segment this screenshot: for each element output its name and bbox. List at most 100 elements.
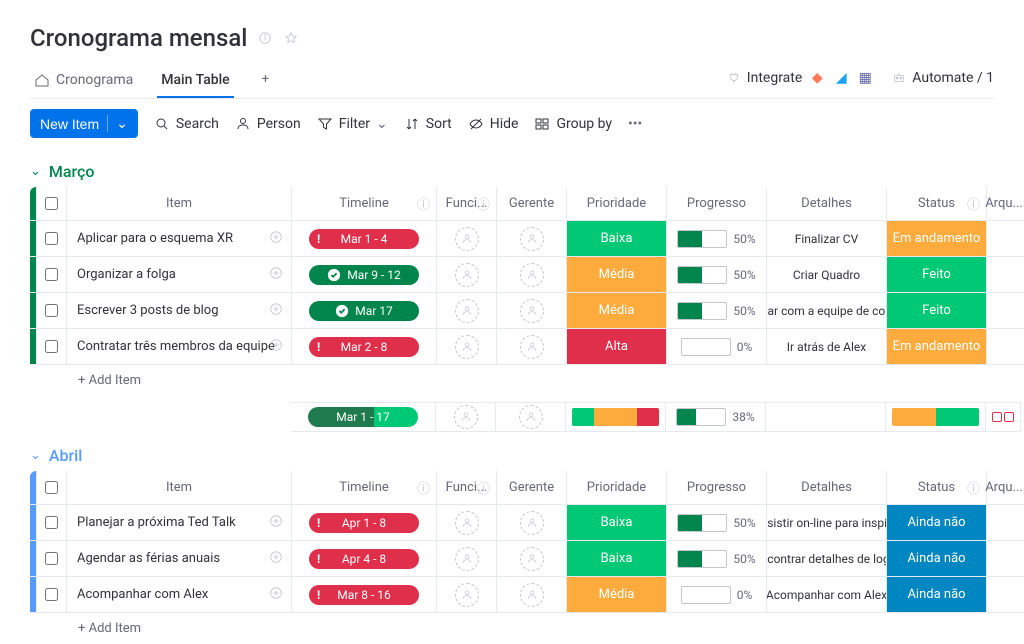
progresso-cell[interactable]: 0%	[666, 577, 766, 612]
timeline-cell[interactable]: !Mar 1 - 4	[291, 221, 436, 256]
timeline-cell[interactable]: !Apr 1 - 8	[291, 505, 436, 540]
add-item-button[interactable]: + Add Item	[30, 613, 1024, 644]
arquivo-cell[interactable]	[986, 221, 1021, 256]
status-cell[interactable]: Feito	[886, 257, 986, 292]
info-icon[interactable]: ⓘ	[417, 194, 430, 213]
gerente-cell[interactable]	[496, 505, 566, 540]
tab-cronograma[interactable]: Cronograma	[30, 64, 137, 98]
person-filter[interactable]: Person	[235, 116, 301, 132]
gerente-cell[interactable]	[496, 541, 566, 576]
detalhes-cell[interactable]: Finalizar CV	[766, 221, 886, 256]
funcionario-cell[interactable]	[436, 505, 496, 540]
progresso-cell[interactable]: 50%	[666, 505, 766, 540]
arquivo-cell[interactable]	[986, 505, 1021, 540]
item-cell[interactable]: Planejar a próxima Ted Talk	[66, 505, 291, 540]
expand-icon[interactable]	[269, 586, 283, 604]
expand-icon[interactable]	[269, 230, 283, 248]
funcionario-cell[interactable]	[436, 329, 496, 364]
progresso-cell[interactable]: 50%	[666, 541, 766, 576]
item-cell[interactable]: Contratar três membros da equipe	[66, 329, 291, 364]
status-cell[interactable]: Ainda não	[886, 505, 986, 540]
tab-add[interactable]: +	[254, 64, 277, 98]
item-cell[interactable]: Aplicar para o esquema XR	[66, 221, 291, 256]
table-row[interactable]: Escrever 3 posts de blog Mar 17 Média 50…	[30, 293, 1024, 329]
expand-icon[interactable]	[269, 338, 283, 356]
detalhes-cell[interactable]: Assistir on-line para inspir...	[766, 505, 886, 540]
row-checkbox[interactable]	[45, 268, 58, 281]
arquivo-cell[interactable]	[986, 257, 1021, 292]
status-cell[interactable]: Em andamento	[886, 329, 986, 364]
detalhes-cell[interactable]: Criar Quadro	[766, 257, 886, 292]
funcionario-cell[interactable]	[436, 257, 496, 292]
row-checkbox[interactable]	[45, 552, 58, 565]
gerente-cell[interactable]	[496, 221, 566, 256]
detalhes-cell[interactable]: Encontrar detalhes de login	[766, 541, 886, 576]
detalhes-cell[interactable]: Acompanhar com Alex	[766, 577, 886, 612]
detalhes-cell[interactable]: Falar com a equipe de con...	[766, 293, 886, 328]
filter-button[interactable]: Filter⌄	[317, 116, 388, 132]
gerente-cell[interactable]	[496, 257, 566, 292]
info-icon[interactable]: ⓘ	[477, 194, 490, 213]
arquivo-cell[interactable]	[986, 293, 1021, 328]
status-cell[interactable]: Feito	[886, 293, 986, 328]
row-checkbox[interactable]	[45, 340, 58, 353]
sort-button[interactable]: Sort	[404, 116, 452, 132]
tab-main-table[interactable]: Main Table	[157, 64, 233, 98]
progresso-cell[interactable]: 0%	[666, 329, 766, 364]
gerente-cell[interactable]	[496, 293, 566, 328]
item-cell[interactable]: Escrever 3 posts de blog	[66, 293, 291, 328]
table-row[interactable]: Organizar a folga Mar 9 - 12 Média 50% C…	[30, 257, 1024, 293]
table-row[interactable]: Planejar a próxima Ted Talk !Apr 1 - 8 B…	[30, 505, 1024, 541]
prioridade-cell[interactable]: Média	[566, 293, 666, 328]
row-checkbox[interactable]	[45, 232, 58, 245]
progresso-cell[interactable]: 50%	[666, 257, 766, 292]
automate-button[interactable]: Automate / 1	[892, 70, 994, 86]
arquivo-cell[interactable]	[986, 329, 1021, 364]
funcionario-cell[interactable]	[436, 221, 496, 256]
status-cell[interactable]: Ainda não	[886, 577, 986, 612]
row-checkbox[interactable]	[45, 304, 58, 317]
add-item-button[interactable]: + Add Item	[30, 365, 1024, 396]
info-icon[interactable]: ⓘ	[417, 478, 430, 497]
integrate-button[interactable]: Integrate ◆ ◢ ▦	[727, 69, 875, 87]
info-icon[interactable]	[257, 30, 273, 46]
star-icon[interactable]	[283, 30, 299, 46]
item-cell[interactable]: Organizar a folga	[66, 257, 291, 292]
timeline-cell[interactable]: !Apr 4 - 8	[291, 541, 436, 576]
search-button[interactable]: Search	[154, 116, 219, 132]
new-item-button[interactable]: New Item ⌄	[30, 109, 138, 138]
chevron-down-icon[interactable]: ⌄	[30, 164, 41, 179]
row-checkbox[interactable]	[45, 588, 58, 601]
prioridade-cell[interactable]: Média	[566, 577, 666, 612]
detalhes-cell[interactable]: Ir atrás de Alex	[766, 329, 886, 364]
funcionario-cell[interactable]	[436, 577, 496, 612]
expand-icon[interactable]	[269, 302, 283, 320]
row-checkbox[interactable]	[45, 516, 58, 529]
item-cell[interactable]: Agendar as férias anuais	[66, 541, 291, 576]
select-all-checkbox[interactable]	[45, 481, 58, 494]
groupby-button[interactable]: Group by	[534, 116, 612, 132]
expand-icon[interactable]	[269, 514, 283, 532]
info-icon[interactable]: ⓘ	[477, 478, 490, 497]
gerente-cell[interactable]	[496, 329, 566, 364]
timeline-cell[interactable]: Mar 17	[291, 293, 436, 328]
timeline-cell[interactable]: !Mar 8 - 16	[291, 577, 436, 612]
prioridade-cell[interactable]: Alta	[566, 329, 666, 364]
table-row[interactable]: Acompanhar com Alex !Mar 8 - 16 Média 0%…	[30, 577, 1024, 613]
table-row[interactable]: Agendar as férias anuais !Apr 4 - 8 Baix…	[30, 541, 1024, 577]
funcionario-cell[interactable]	[436, 293, 496, 328]
progresso-cell[interactable]: 50%	[666, 221, 766, 256]
chevron-down-icon[interactable]: ⌄	[107, 115, 128, 132]
prioridade-cell[interactable]: Baixa	[566, 505, 666, 540]
prioridade-cell[interactable]: Baixa	[566, 221, 666, 256]
prioridade-cell[interactable]: Média	[566, 257, 666, 292]
expand-icon[interactable]	[269, 266, 283, 284]
select-all-checkbox[interactable]	[45, 197, 58, 210]
info-icon[interactable]: ⓘ	[967, 478, 980, 497]
progresso-cell[interactable]: 50%	[666, 293, 766, 328]
item-cell[interactable]: Acompanhar com Alex	[66, 577, 291, 612]
gerente-cell[interactable]	[496, 577, 566, 612]
funcionario-cell[interactable]	[436, 541, 496, 576]
prioridade-cell[interactable]: Baixa	[566, 541, 666, 576]
info-icon[interactable]: ⓘ	[967, 194, 980, 213]
